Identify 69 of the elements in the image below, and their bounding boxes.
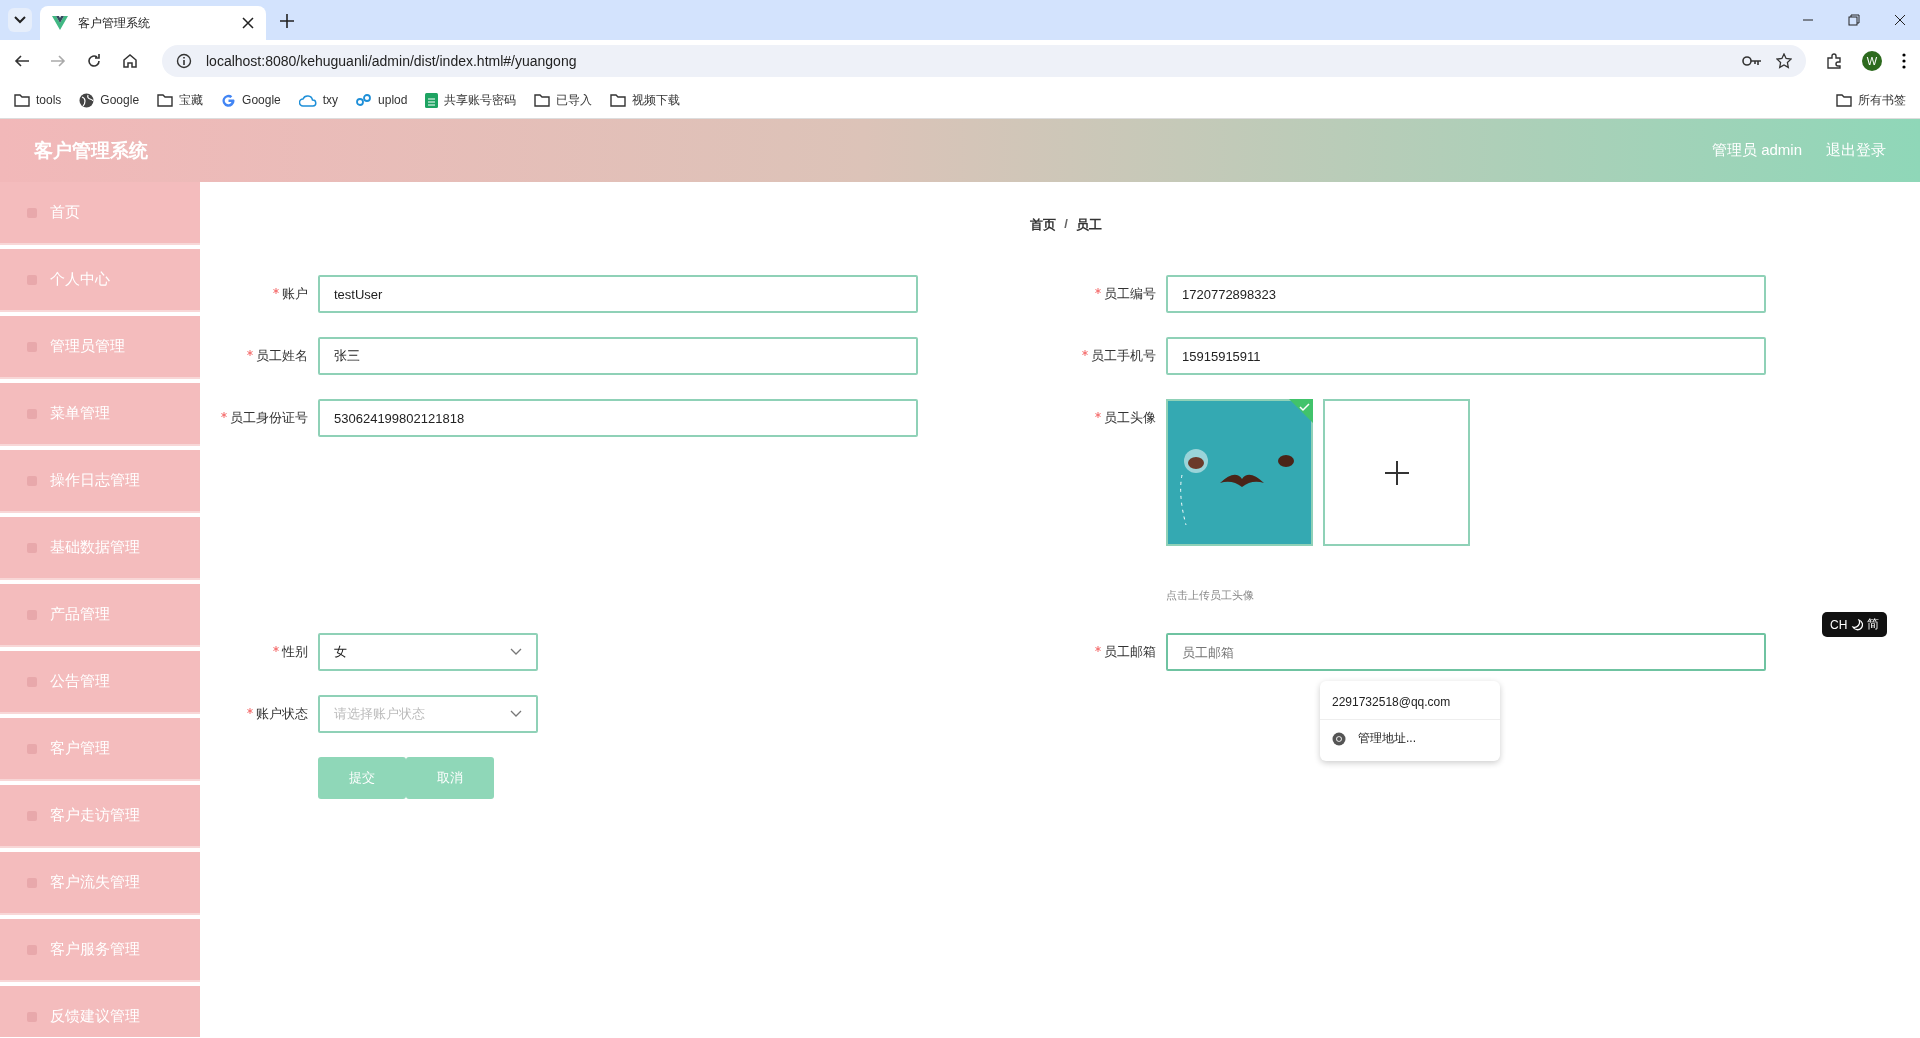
bookmark[interactable]: 视频下载 — [610, 91, 681, 109]
tab-list-button[interactable] — [8, 8, 32, 32]
link-icon — [356, 93, 373, 107]
moon-icon — [1851, 618, 1864, 631]
folder-icon — [610, 93, 627, 107]
bookmark[interactable]: 共享账号密码 — [425, 91, 517, 109]
bookmark[interactable]: txy — [298, 93, 339, 107]
user-name: 管理员 admin — [1711, 141, 1802, 160]
field-label: 员工姓名 — [256, 347, 308, 365]
text-field[interactable]: 530624199802121818 — [318, 399, 918, 437]
url-text: localhost:8080/kehuguanli/admin/dist/index.html#/yuangong — [206, 53, 577, 69]
vue-logo-icon — [52, 16, 68, 30]
bookmark[interactable]: uplod — [356, 93, 408, 107]
close-icon[interactable] — [1894, 14, 1906, 26]
folder-icon — [14, 93, 30, 107]
folder-icon — [1836, 93, 1852, 107]
field-label: 账户 — [282, 285, 308, 303]
breadcrumb-link[interactable]: 首页 — [1030, 216, 1057, 234]
field-label: 员工头像 — [1104, 409, 1156, 427]
field-label: 员工编号 — [1104, 285, 1156, 303]
chevron-down-icon — [510, 710, 522, 718]
puzzle-icon[interactable] — [1826, 53, 1842, 69]
close-icon[interactable] — [242, 17, 254, 29]
text-field[interactable]: 15915915911 — [1166, 337, 1766, 375]
chevron-down-icon — [510, 648, 522, 656]
manage-addresses-item[interactable]: 管理地址... — [1320, 719, 1500, 757]
restore-icon[interactable] — [1848, 14, 1860, 26]
text-field[interactable]: testUser — [318, 275, 918, 313]
field-label: 员工邮箱 — [1104, 643, 1156, 661]
key-icon[interactable] — [1742, 55, 1762, 67]
cloud-icon — [298, 93, 317, 107]
back-icon[interactable] — [14, 53, 30, 69]
folder-icon — [157, 93, 174, 107]
select-field[interactable]: 女 — [318, 633, 538, 671]
breadcrumb-current: 员工 — [1075, 216, 1102, 234]
chrome-logo-icon — [1332, 731, 1346, 746]
info-icon[interactable] — [176, 53, 192, 69]
chevron-down-icon — [14, 16, 26, 24]
bookmark[interactable]: 已导入 — [534, 91, 593, 109]
menu-icon[interactable] — [1902, 53, 1906, 69]
field-label: 员工手机号 — [1091, 347, 1156, 365]
text-field[interactable]: 张三 — [318, 337, 918, 375]
profile-avatar[interactable]: W — [1862, 51, 1882, 71]
field-label: 性别 — [282, 643, 308, 661]
bookmark[interactable]: Google — [79, 92, 140, 108]
browser-tab[interactable]: 客户管理系统 — [40, 6, 266, 40]
all-bookmarks[interactable]: 所有书签 — [1836, 91, 1906, 109]
new-tab-icon[interactable] — [280, 14, 294, 28]
address-bar[interactable]: localhost:8080/kehuguanli/admin/dist/index.html#/yuangong — [162, 45, 1806, 77]
app-title: 客户管理系统 — [34, 138, 148, 163]
field-label: 账户状态 — [256, 705, 308, 723]
bookmark[interactable]: tools — [14, 93, 62, 107]
folder-icon — [534, 93, 551, 107]
google-g-icon — [221, 92, 237, 108]
spreadsheet-icon — [425, 92, 439, 108]
text-field[interactable]: 员工邮箱 — [1166, 633, 1766, 671]
upload-hint: 点击上传员工头像 — [1166, 588, 1255, 603]
bookmark[interactable]: 宝藏 — [157, 91, 204, 109]
globe-icon — [79, 92, 95, 108]
home-icon[interactable] — [122, 53, 138, 69]
plus-icon — [1383, 459, 1410, 486]
breadcrumb-separator: / — [1064, 216, 1068, 233]
reload-icon[interactable] — [86, 53, 102, 69]
star-icon[interactable] — [1776, 53, 1792, 69]
input-method-indicator: CH 简 — [1822, 612, 1888, 637]
autofill-suggestion[interactable]: 2291732518@qq.com — [1320, 685, 1500, 719]
bookmark[interactable]: Google — [221, 92, 281, 108]
text-field[interactable]: 1720772898323 — [1166, 275, 1766, 313]
field-label: 员工身份证号 — [230, 409, 308, 427]
